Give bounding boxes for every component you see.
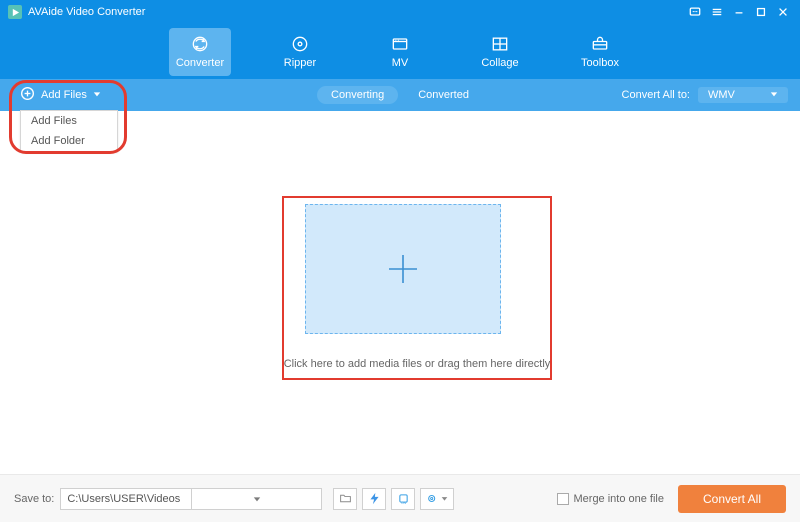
- merge-checkbox[interactable]: [557, 493, 569, 505]
- tab-label: Toolbox: [581, 57, 619, 69]
- chevron-down-icon: [93, 89, 101, 101]
- ripper-icon: [290, 34, 310, 54]
- converted-label: Converted: [418, 89, 469, 101]
- main-tabs: Converter Ripper MV Collage Toolbox: [0, 24, 800, 79]
- open-folder-button[interactable]: [333, 488, 357, 510]
- chip-icon: ON: [397, 492, 410, 505]
- minimize-button[interactable]: [730, 3, 748, 21]
- convert-all-to-label: Convert All to:: [622, 89, 690, 101]
- mv-icon: [390, 34, 410, 54]
- chevron-down-icon[interactable]: [191, 489, 322, 509]
- maximize-button[interactable]: [752, 3, 770, 21]
- converting-label: Converting: [331, 89, 384, 101]
- merge-label: Merge into one file: [574, 493, 665, 505]
- dropdown-item-add-folder[interactable]: Add Folder: [21, 131, 117, 151]
- settings-button[interactable]: [420, 488, 454, 510]
- convert-all-button[interactable]: Convert All: [678, 485, 786, 513]
- chevron-down-icon: [441, 495, 448, 502]
- dropzone-hint: Click here to add media files or drag th…: [282, 358, 552, 370]
- high-speed-button[interactable]: [362, 488, 386, 510]
- bottom-bar: Save to: C:\Users\USER\Videos ON Merge i…: [0, 474, 800, 522]
- gpu-accel-button[interactable]: ON: [391, 488, 415, 510]
- converting-tab[interactable]: Converting: [317, 86, 398, 104]
- tab-ripper[interactable]: Ripper: [269, 28, 331, 76]
- tab-label: Collage: [481, 57, 518, 69]
- tab-collage[interactable]: Collage: [469, 28, 531, 76]
- output-format-value: WMV: [708, 89, 735, 101]
- add-files-button[interactable]: Add Files: [12, 83, 109, 107]
- save-path-combo[interactable]: C:\Users\USER\Videos: [60, 488, 322, 510]
- plus-circle-icon: [20, 86, 35, 104]
- tab-label: Ripper: [284, 57, 316, 69]
- folder-icon: [339, 492, 352, 505]
- feedback-icon[interactable]: [686, 3, 704, 21]
- plus-icon: [383, 249, 423, 289]
- output-format-select[interactable]: WMV: [698, 87, 788, 103]
- add-media-dropzone[interactable]: [305, 204, 501, 334]
- close-button[interactable]: [774, 3, 792, 21]
- save-to-label: Save to:: [14, 493, 54, 505]
- conversion-state-tabs: Converting Converted: [317, 86, 483, 104]
- save-path-value: C:\Users\USER\Videos: [61, 493, 191, 505]
- app-logo-icon: [8, 5, 22, 19]
- add-files-dropdown: Add Files Add Folder: [20, 110, 118, 152]
- lightning-icon: [368, 492, 381, 505]
- tab-mv[interactable]: MV: [369, 28, 431, 76]
- tab-label: MV: [392, 57, 409, 69]
- add-files-label: Add Files: [41, 89, 87, 101]
- tab-toolbox[interactable]: Toolbox: [569, 28, 631, 76]
- sub-toolbar: Add Files Converting Converted Convert A…: [0, 79, 800, 111]
- merge-checkbox-row: Merge into one file: [557, 493, 665, 505]
- titlebar: AVAide Video Converter: [0, 0, 800, 24]
- convert-all-label: Convert All: [703, 492, 761, 506]
- app-title: AVAide Video Converter: [28, 6, 145, 18]
- gear-icon: [426, 492, 439, 505]
- dropdown-item-add-files[interactable]: Add Files: [21, 111, 117, 131]
- collage-icon: [490, 34, 510, 54]
- svg-text:ON: ON: [401, 501, 407, 505]
- converter-icon: [190, 34, 210, 54]
- tab-label: Converter: [176, 57, 224, 69]
- chevron-down-icon: [770, 89, 778, 101]
- converted-tab[interactable]: Converted: [404, 86, 483, 104]
- menu-icon[interactable]: [708, 3, 726, 21]
- tab-converter[interactable]: Converter: [169, 28, 231, 76]
- toolbox-icon: [590, 34, 610, 54]
